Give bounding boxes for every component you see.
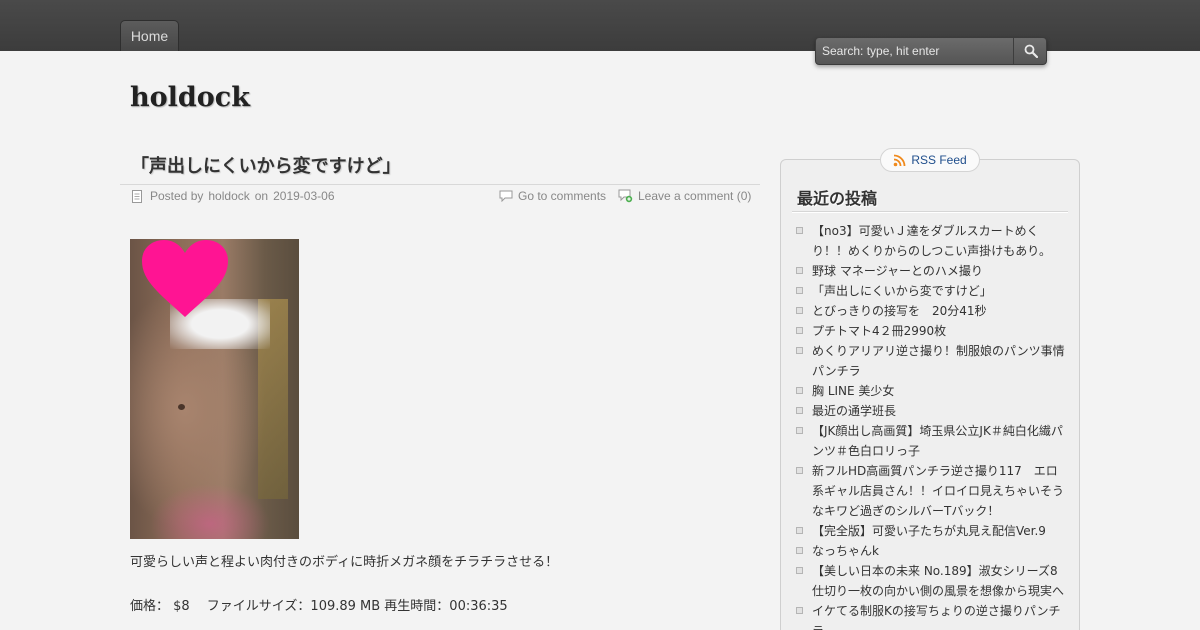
heart-icon bbox=[142, 240, 228, 317]
list-bullet-icon bbox=[796, 607, 803, 614]
list-bullet-icon bbox=[796, 327, 803, 334]
recent-post-link[interactable]: プチトマト4２冊2990枚 bbox=[812, 324, 946, 338]
recent-post-item: 野球 マネージャーとのハメ撮り bbox=[796, 261, 1066, 281]
list-bullet-icon bbox=[796, 407, 803, 414]
recent-post-item: 【完全版】可愛い子たちが丸見え配信Ver.9 bbox=[796, 521, 1066, 541]
recent-post-item: とびっきりの接写を 20分41秒 bbox=[796, 301, 1066, 321]
recent-post-link[interactable]: なっちゃんk bbox=[812, 544, 879, 558]
rss-feed-link[interactable]: RSS Feed bbox=[880, 148, 980, 172]
recent-post-link[interactable]: イケてる制服Kの接写ちょりの逆さ撮りパンチラ bbox=[812, 604, 1060, 630]
post-meta-author: Posted by holdock on 2019-03-06 bbox=[131, 189, 335, 203]
post-title-divider bbox=[120, 184, 760, 185]
list-bullet-icon bbox=[796, 427, 803, 434]
site-title[interactable]: holdock bbox=[130, 82, 250, 113]
post-meta-leave-comment: Leave a comment (0) bbox=[618, 189, 751, 203]
on-label: on bbox=[254, 189, 269, 203]
author-link[interactable]: holdock bbox=[208, 189, 249, 203]
post-price-line: 価格： $8 ファイルサイズ：109.89 MB 再生時間：00:36:35 bbox=[130, 599, 508, 614]
recent-post-link[interactable]: 胸 LINE 美少女 bbox=[812, 384, 894, 398]
recent-post-link[interactable]: とびっきりの接写を 20分41秒 bbox=[812, 304, 987, 318]
list-bullet-icon bbox=[796, 467, 803, 474]
recent-post-link[interactable]: 新フルHD高画質パンチラ逆さ撮り117 エロ系ギャル店員さん！！イロイロ見えちゃ… bbox=[812, 464, 1064, 518]
posted-by-label: Posted by bbox=[150, 189, 204, 203]
search-box bbox=[815, 37, 1047, 65]
nav-home-tab[interactable]: Home bbox=[120, 20, 179, 51]
recent-post-item: 【no3】可愛いＪ達をダブルスカートめくり！！めくりからのしつこい声掛けもあり。 bbox=[796, 221, 1066, 261]
recent-post-link[interactable]: 【no3】可愛いＪ達をダブルスカートめくり！！めくりからのしつこい声掛けもあり。 bbox=[812, 224, 1051, 258]
post-image[interactable] bbox=[130, 239, 299, 539]
recent-post-link[interactable]: 【完全版】可愛い子たちが丸見え配信Ver.9 bbox=[812, 524, 1046, 538]
recent-post-link[interactable]: 最近の通学班長 bbox=[812, 404, 896, 418]
recent-post-item: 新フルHD高画質パンチラ逆さ撮り117 エロ系ギャル店員さん！！イロイロ見えちゃ… bbox=[796, 461, 1066, 521]
recent-post-link[interactable]: 【JK顔出し高画質】埼玉県公立JK＃純白化繊パンツ＃色白ロリっ子 bbox=[812, 424, 1063, 458]
document-icon bbox=[132, 189, 142, 203]
recent-post-item: 【美しい日本の未来 No.189】淑女シリーズ8 仕切り一枚の向かい側の風景を想… bbox=[796, 561, 1082, 601]
recent-post-item: 胸 LINE 美少女 bbox=[796, 381, 1066, 401]
recent-post-link[interactable]: めくりアリアリ逆さ撮り！制服娘のパンツ事情パンチラ bbox=[812, 344, 1065, 378]
magnifier-icon bbox=[1024, 44, 1038, 58]
list-bullet-icon bbox=[796, 527, 803, 534]
search-button[interactable] bbox=[1015, 38, 1046, 64]
recent-post-link[interactable]: 野球 マネージャーとのハメ撮り bbox=[812, 264, 983, 278]
recent-posts-title: 最近の投稿 bbox=[797, 189, 878, 208]
list-bullet-icon bbox=[796, 267, 803, 274]
rss-feed-label: RSS Feed bbox=[911, 153, 967, 167]
go-to-comments-link[interactable]: Go to comments bbox=[518, 189, 606, 203]
recent-post-item: プチトマト4２冊2990枚 bbox=[796, 321, 1066, 341]
post-meta-comments: Go to comments bbox=[499, 189, 606, 203]
add-comment-icon bbox=[618, 189, 633, 203]
post-body-text: 可愛らしい声と程よい肉付きのボディに時折メガネ顔をチラチラさせる！ bbox=[130, 555, 559, 570]
list-bullet-icon bbox=[796, 227, 803, 234]
search-input[interactable] bbox=[816, 38, 1014, 64]
list-bullet-icon bbox=[796, 287, 803, 294]
recent-post-item: なっちゃんk bbox=[796, 541, 1066, 561]
recent-post-item: イケてる制服Kの接写ちょりの逆さ撮りパンチラ bbox=[796, 601, 1066, 630]
recent-post-item: 「声出しにくいから変ですけど」 bbox=[796, 281, 1066, 301]
list-bullet-icon bbox=[796, 547, 803, 554]
recent-post-item: めくりアリアリ逆さ撮り！制服娘のパンツ事情パンチラ bbox=[796, 341, 1066, 381]
recent-post-item: 【JK顔出し高画質】埼玉県公立JK＃純白化繊パンツ＃色白ロリっ子 bbox=[796, 421, 1066, 461]
recent-post-item: 最近の通学班長 bbox=[796, 401, 1066, 421]
list-bullet-icon bbox=[796, 347, 803, 354]
widget-title-divider bbox=[792, 211, 1068, 212]
post-date: 2019-03-06 bbox=[273, 189, 335, 203]
post-title[interactable]: 「声出しにくいから変ですけど」 bbox=[131, 152, 401, 178]
list-bullet-icon bbox=[796, 387, 803, 394]
list-bullet-icon bbox=[796, 307, 803, 314]
recent-posts-list: 【no3】可愛いＪ達をダブルスカートめくり！！めくりからのしつこい声掛けもあり。… bbox=[796, 221, 1082, 630]
recent-post-link[interactable]: 「声出しにくいから変ですけど」 bbox=[812, 284, 992, 298]
rss-icon bbox=[894, 154, 906, 166]
leave-comment-link[interactable]: Leave a comment (0) bbox=[638, 189, 751, 203]
recent-post-link[interactable]: 【美しい日本の未来 No.189】淑女シリーズ8 仕切り一枚の向かい側の風景を想… bbox=[812, 564, 1082, 598]
list-bullet-icon bbox=[796, 567, 803, 574]
comment-bubble-icon bbox=[499, 190, 513, 202]
